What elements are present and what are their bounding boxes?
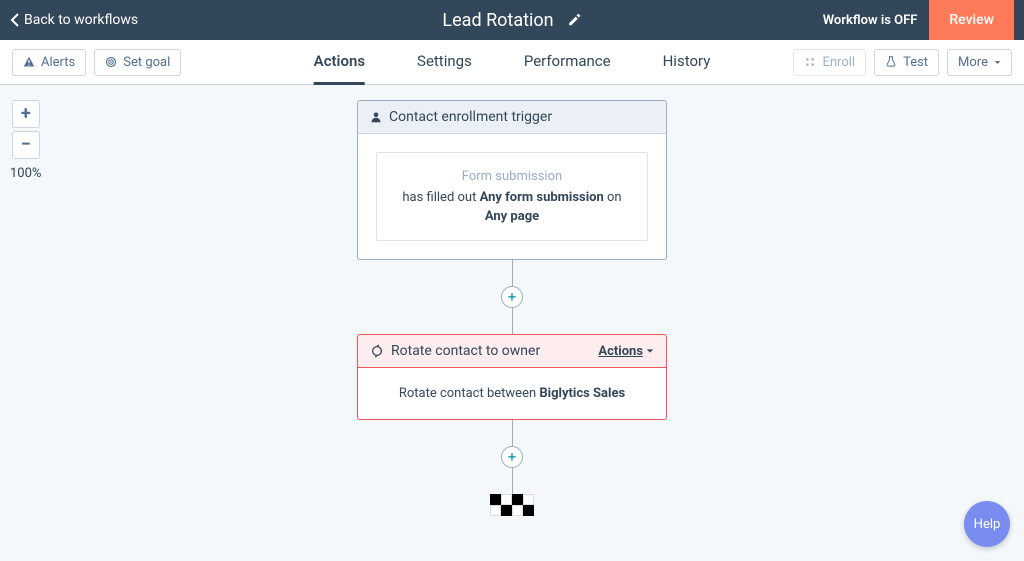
workflow-canvas[interactable]: Contact enrollment trigger Form submissi… — [0, 85, 1024, 561]
tab-settings[interactable]: Settings — [417, 40, 472, 85]
more-button[interactable]: More — [947, 49, 1012, 76]
header-right: Workflow is OFF Review — [823, 0, 1014, 40]
add-action-button[interactable]: + — [501, 446, 523, 468]
workflow-tabs: Actions Settings Performance History — [314, 40, 711, 85]
workflow-title: Lead Rotation — [442, 10, 553, 31]
enroll-icon — [804, 56, 816, 68]
tab-history[interactable]: History — [663, 40, 711, 85]
test-button[interactable]: Test — [874, 49, 939, 76]
back-to-workflows-link[interactable]: Back to workflows — [10, 12, 138, 28]
rotate-card-body: Rotate contact between Biglytics Sales — [358, 368, 666, 419]
trigger-description: has filled out Any form submission on An… — [389, 190, 635, 224]
trigger-card-header: Contact enrollment trigger — [358, 101, 666, 134]
trigger-header-label: Contact enrollment trigger — [389, 109, 552, 125]
enroll-button[interactable]: Enroll — [793, 49, 866, 76]
enroll-label: Enroll — [822, 55, 855, 70]
alerts-button[interactable]: Alerts — [12, 49, 86, 76]
caret-down-icon — [646, 347, 654, 355]
alerts-label: Alerts — [41, 55, 75, 70]
connector-line — [512, 260, 513, 286]
warning-icon — [23, 56, 35, 68]
help-button[interactable]: Help — [964, 501, 1010, 547]
trigger-card-body: Form submission has filled out Any form … — [358, 134, 666, 259]
trigger-subtitle: Form submission — [389, 169, 635, 184]
contact-icon — [370, 111, 382, 123]
app-header: Back to workflows Lead Rotation Workflow… — [0, 0, 1024, 40]
workflow-title-wrap: Lead Rotation — [442, 10, 581, 31]
trigger-line-mid: on — [604, 190, 622, 205]
workflow-status-label: Workflow is OFF — [823, 13, 918, 28]
target-icon — [105, 56, 117, 68]
back-label: Back to workflows — [24, 12, 138, 28]
rotate-team-name: Biglytics Sales — [539, 386, 625, 401]
rotate-header-label: Rotate contact to owner — [391, 343, 540, 359]
rotate-owner-card[interactable]: Rotate contact to owner Actions Rotate c… — [357, 334, 667, 420]
more-label: More — [958, 55, 988, 70]
connector-line — [512, 308, 513, 334]
set-goal-label: Set goal — [123, 55, 170, 70]
rotate-body-pre: Rotate contact between — [399, 386, 540, 401]
trigger-line-pre: has filled out — [402, 190, 479, 205]
card-actions-dropdown[interactable]: Actions — [598, 344, 654, 359]
finish-flag-icon — [490, 494, 534, 516]
tab-actions[interactable]: Actions — [314, 40, 365, 85]
connector-line — [512, 420, 513, 446]
tab-performance[interactable]: Performance — [524, 40, 611, 85]
set-goal-button[interactable]: Set goal — [94, 49, 181, 76]
rotate-card-header: Rotate contact to owner Actions — [357, 334, 667, 368]
trigger-form-name: Any form submission — [480, 190, 604, 205]
trigger-page-name: Any page — [389, 209, 635, 224]
rotate-icon — [370, 344, 384, 358]
caret-down-icon — [994, 59, 1001, 66]
chevron-left-icon — [10, 13, 20, 27]
card-actions-label: Actions — [598, 344, 643, 359]
edit-title-icon[interactable] — [568, 13, 582, 27]
trigger-criteria-box[interactable]: Form submission has filled out Any form … — [376, 152, 648, 241]
test-label: Test — [903, 55, 928, 70]
enrollment-trigger-card[interactable]: Contact enrollment trigger Form submissi… — [357, 100, 667, 260]
beaker-icon — [885, 56, 897, 68]
review-button[interactable]: Review — [929, 0, 1014, 40]
add-action-button[interactable]: + — [501, 286, 523, 308]
connector-line — [512, 468, 513, 494]
